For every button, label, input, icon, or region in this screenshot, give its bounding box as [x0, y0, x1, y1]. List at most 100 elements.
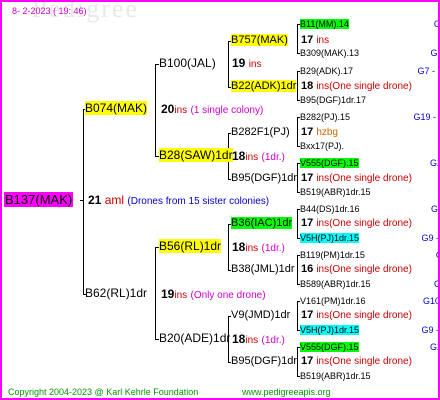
g3-year: 17	[301, 309, 314, 321]
connector	[228, 41, 229, 87]
g2-note: (1dr.)	[261, 243, 285, 254]
g3-queen-1[interactable]: B757(MAK)	[231, 34, 288, 47]
g4-queen-row[interactable]: B519(ABR)1dr.15G13 - NO6294R	[300, 370, 371, 383]
g4-breeder-code: G18 - AthosSt80R	[434, 278, 438, 291]
g4-breeder-code: G26 - Sinop62R	[429, 158, 438, 168]
g4-queen-row[interactable]: B44(DS)1dr.16 G26 - Sinop62R	[300, 203, 438, 216]
g4-queen-row[interactable]: Bxx17(PJ).no more	[300, 140, 344, 153]
g1-year: 20	[161, 102, 175, 116]
g1-queen-bottom-name: B62(RL)1dr	[85, 286, 148, 300]
g2-year: 19	[232, 56, 246, 70]
g3-queen-5[interactable]: B36(IAC)1dr	[231, 217, 293, 230]
g4-queen-row[interactable]: B589(ABR)1dr.15 G18 - AthosSt80R	[300, 278, 438, 291]
g4-queen-row[interactable]: B95(DGF)1dr.17G27 - Sinop62R	[300, 94, 438, 107]
g3-name: B22(ADK)1dr	[231, 80, 297, 92]
g3-queen-2[interactable]: B22(ADK)1dr	[231, 80, 297, 93]
g2-year: 18	[232, 332, 246, 346]
g3-queen-8[interactable]: B95(DGF)1dr	[231, 355, 297, 368]
g4-breeder-code: G13 - NO6294R	[436, 249, 438, 262]
g2-info-1: 19 ins	[232, 57, 262, 71]
g2-name: B20(ADE)1dr	[159, 331, 231, 345]
g4-queen-name: B282(PJ).15	[300, 112, 351, 122]
g4-queen-row[interactable]: B309(MAK).13 G20 - Sinop72R	[300, 47, 438, 60]
g2-year: 18	[232, 149, 246, 163]
g4-queen-row[interactable]: V161(PM)1dr.16 G10 - PrimGreen00	[300, 295, 438, 308]
g3-type: ins(One single drone)	[316, 356, 412, 367]
connector	[83, 109, 84, 295]
root-queen[interactable]: B137(MAK)	[4, 192, 74, 207]
g3-info-1: 17 ins	[301, 34, 329, 47]
g2-name: B100(JAL)	[159, 56, 216, 70]
connector	[228, 224, 229, 270]
connector	[297, 347, 298, 377]
connector	[297, 301, 298, 331]
g3-type: ins(One single drone)	[316, 81, 412, 92]
g2-info-4: 18ins (1dr.)	[232, 333, 285, 347]
g4-queen-row[interactable]: B282(PJ).15 G19 - AthosSt80R	[300, 111, 438, 124]
g3-name: B38(JML)1dr	[231, 263, 295, 275]
g3-name: B282F1(PJ)	[231, 126, 290, 138]
g3-queen-7[interactable]: V9(JMD)1dr	[231, 309, 290, 322]
g3-queen-3[interactable]: B282F1(PJ)	[231, 126, 290, 139]
root-queen-name: B137(MAK)	[4, 192, 74, 207]
g3-queen-6[interactable]: B38(JML)1dr	[231, 263, 295, 276]
g4-breeder-code: G26 - Sinop62R	[431, 204, 439, 214]
g3-info-8: 17 ins(One single drone)	[301, 355, 412, 368]
g2-note: (1dr.)	[261, 335, 285, 346]
g2-queen-3[interactable]: B56(RL)1dr	[159, 239, 222, 253]
g4-queen-row[interactable]: B11(MM).14 G10 - E0537	[300, 18, 438, 31]
g2-queen-1[interactable]: B100(JAL)	[159, 57, 216, 70]
g1-type: ins	[174, 105, 188, 116]
connector	[297, 163, 298, 193]
g3-info-2: 18 ins(One single drone)	[301, 80, 412, 93]
g1-info-bottom: 19ins (Only one drone)	[161, 288, 266, 302]
g1-queen-top-name: B074(MAK)	[85, 101, 148, 115]
g4-breeder-code: G7 - Erfoud07-1Q	[417, 66, 438, 76]
g4-queen-row[interactable]: V555(DGF).15 G26 - Sinop62R	[300, 157, 438, 170]
g1-queen-top[interactable]: B074(MAK)	[85, 101, 148, 115]
g4-queen-name: B44(DS)1dr.16	[300, 204, 360, 214]
date-stamp: 8- 2-2023 ( 19: 46)	[12, 6, 87, 16]
g4-breeder-code: G9 - PrimGreen00	[421, 325, 440, 335]
g3-year: 16	[301, 263, 314, 275]
g4-queen-name: B519(ABR)1dr.15	[300, 371, 371, 381]
g4-queen-name: B309(MAK).13	[300, 48, 360, 58]
site-link[interactable]: www.pedigreeapis.org	[242, 386, 331, 398]
g4-queen-name: B11(MM).14	[300, 19, 349, 29]
pedigree-frame: Pedigree 8- 2-2023 ( 19: 46) B137(MAK) 2…	[0, 0, 440, 400]
g4-breeder-code: G20 - Sinop72R	[430, 48, 438, 58]
g4-queen-name: V161(PM)1dr.16	[300, 296, 366, 306]
g4-queen-row[interactable]: B519(ABR)1dr.15G13 - NO6294R	[300, 186, 371, 199]
g4-breeder-code: G10 - PrimGreen00	[423, 296, 440, 306]
g4-queen-name: V5H(PJ)1dr.15	[300, 325, 360, 335]
g4-queen-row[interactable]: B119(PM)1dr.15 G13 - NO6294R	[300, 249, 438, 262]
g3-type: ins(One single drone)	[316, 218, 412, 229]
g2-type: ins	[245, 152, 259, 163]
g3-type: ins(One single drone)	[316, 310, 412, 321]
g3-year: 17	[301, 355, 314, 367]
g2-queen-2[interactable]: B28(SAW)1dr	[159, 148, 233, 162]
g3-year: 17	[301, 126, 314, 138]
g4-queen-row[interactable]: V5H(PJ)1dr.15 G9 - PrimGreen00	[300, 232, 438, 245]
g2-type: ins	[245, 243, 259, 254]
g3-info-7: 17 ins(One single drone)	[301, 309, 412, 322]
root-year: 21 aml (Drones from 15 sister colonies)	[88, 194, 269, 208]
g3-queen-4[interactable]: B95(DGF)1dr	[231, 172, 297, 185]
connector	[297, 24, 298, 54]
g2-queen-4[interactable]: B20(ADE)1dr	[159, 332, 230, 345]
g4-queen-name: B119(PM)1dr.15	[300, 250, 365, 260]
root-note: (Drones from 15 sister colonies)	[127, 196, 270, 207]
g4-queen-row[interactable]: V5H(PJ)1dr.15 G9 - PrimGreen00	[300, 324, 438, 337]
copyright: Copyright 2004-2023 @ Karl Kehrle Founda…	[8, 387, 199, 397]
g2-note: (1dr.)	[261, 152, 285, 163]
g1-note: (Only one drone)	[190, 290, 266, 301]
g3-year: 17	[301, 172, 314, 184]
g3-year: 17	[301, 217, 314, 229]
g4-queen-row[interactable]: V555(DGF).15 G26 - Sinop62R	[300, 341, 438, 354]
g3-name: B95(DGF)1dr	[231, 355, 298, 367]
g1-info-top: 20ins (1 single colony)	[161, 103, 263, 117]
g1-queen-bottom[interactable]: B62(RL)1dr	[85, 287, 147, 300]
g2-type: ins	[248, 59, 262, 70]
g1-type: ins	[174, 290, 188, 301]
g4-queen-row[interactable]: B29(ADK).17 G7 - Erfoud07-1Q	[300, 65, 438, 78]
